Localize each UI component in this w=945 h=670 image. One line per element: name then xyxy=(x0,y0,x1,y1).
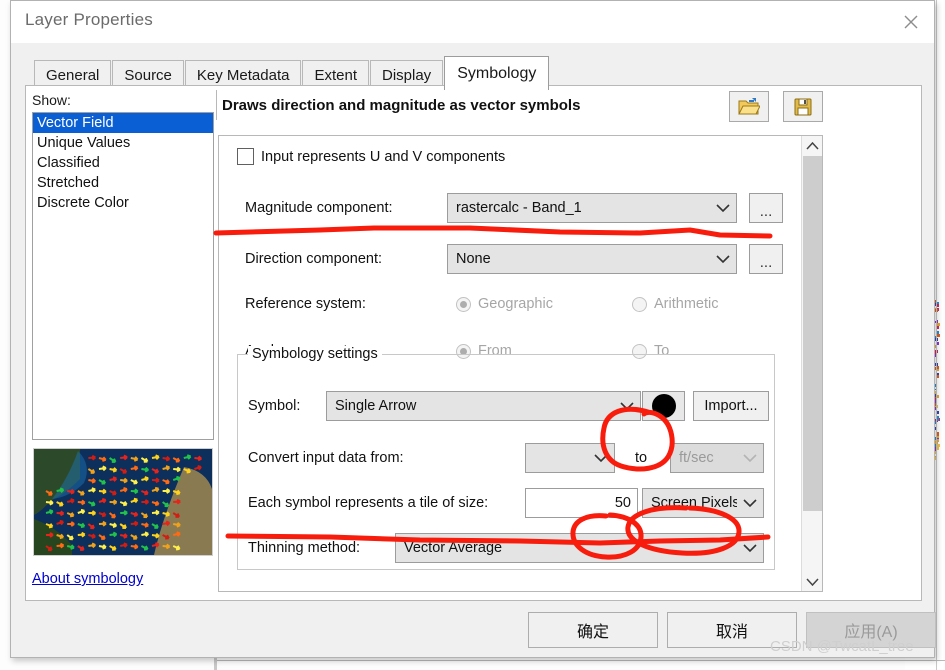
symbol-color-swatch-button[interactable] xyxy=(642,391,685,421)
convert-input-label: Convert input data from: xyxy=(248,443,404,473)
thinning-method-select[interactable]: Vector Average xyxy=(395,533,764,563)
chevron-down-icon[interactable] xyxy=(802,572,823,591)
reference-system-row: Reference system: Geographic Arithmetic xyxy=(219,289,799,319)
uv-components-checkbox-row[interactable]: Input represents U and V components xyxy=(237,148,505,165)
symbol-select[interactable]: Single Arrow xyxy=(326,391,641,421)
dialog-titlebar: Layer Properties xyxy=(11,1,934,43)
background-bottom-edge xyxy=(214,660,945,661)
symbology-scroll-pane: Input represents U and V components Magn… xyxy=(218,135,823,592)
radio-icon xyxy=(632,297,647,312)
tile-size-label: Each symbol represents a tile of size: xyxy=(248,488,488,518)
chevron-down-icon xyxy=(588,454,614,463)
direction-component-select[interactable]: None xyxy=(447,244,737,274)
tab-symbology[interactable]: Symbology xyxy=(444,56,549,90)
symbol-label: Symbol: xyxy=(248,391,300,421)
uv-components-checkbox[interactable] xyxy=(237,148,254,165)
symbology-settings-group: Symbology settings Symbol: Single Arrow xyxy=(237,354,775,570)
ok-button[interactable]: 确定 xyxy=(528,612,658,648)
reference-system-geographic-label: Geographic xyxy=(478,296,553,312)
magnitude-component-row: Magnitude component: rastercalc - Band_1… xyxy=(219,193,799,223)
renderer-type-list[interactable]: Vector Field Unique Values Classified Stret… xyxy=(32,112,214,440)
magnitude-component-select[interactable]: rastercalc - Band_1 xyxy=(447,193,737,223)
direction-component-label: Direction component: xyxy=(245,244,382,274)
screen: Layer Properties General Source Key Metada… xyxy=(0,0,945,670)
symbology-settings-title: Symbology settings xyxy=(248,346,382,362)
symbology-scrollbar[interactable] xyxy=(801,136,822,591)
thinning-method-value: Vector Average xyxy=(396,540,737,556)
chevron-down-icon xyxy=(710,204,736,213)
preview-image xyxy=(34,449,212,555)
chevron-down-icon xyxy=(614,402,640,411)
symbology-tab-page: Show: Vector Field Unique Values Classifie… xyxy=(25,85,922,601)
chevron-down-icon xyxy=(710,255,736,264)
tile-size-input[interactable]: 50 xyxy=(525,488,638,518)
layer-properties-dialog: Layer Properties General Source Key Metada… xyxy=(10,0,935,658)
direction-component-row: Direction component: None ... xyxy=(219,244,799,274)
radio-icon xyxy=(456,297,471,312)
magnitude-component-value: rastercalc - Band_1 xyxy=(448,200,710,216)
reference-system-option-geographic[interactable]: Geographic xyxy=(456,296,553,312)
renderer-item-stretched[interactable]: Stretched xyxy=(33,173,213,193)
dialog-title: Layer Properties xyxy=(25,10,153,30)
convert-to-label: to xyxy=(635,443,647,473)
save-disk-icon[interactable] xyxy=(783,91,823,122)
convert-to-select: ft/sec xyxy=(670,443,764,473)
convert-to-value: ft/sec xyxy=(671,450,737,466)
tab-strip: General Source Key Metadata Extent Display Sy… xyxy=(11,43,934,86)
watermark: CSDN @TwcatL_tree xyxy=(770,638,914,655)
reference-system-arithmetic-label: Arithmetic xyxy=(654,296,718,312)
scrollbar-thumb[interactable] xyxy=(803,156,822,511)
show-label: Show: xyxy=(32,92,71,108)
direction-browse-button[interactable]: ... xyxy=(749,244,783,274)
tile-size-unit-select[interactable]: Screen Pixels xyxy=(642,488,764,518)
vector-field-preview xyxy=(33,448,213,556)
chevron-down-icon xyxy=(737,454,763,463)
reference-system-label: Reference system: xyxy=(245,289,366,319)
uv-components-label: Input represents U and V components xyxy=(261,149,505,165)
symbol-value: Single Arrow xyxy=(327,398,614,414)
about-symbology-link[interactable]: About symbology xyxy=(32,571,143,587)
magnitude-browse-button[interactable]: ... xyxy=(749,193,783,223)
chevron-down-icon xyxy=(737,499,763,508)
tile-size-unit-value: Screen Pixels xyxy=(643,495,737,511)
background-divider xyxy=(936,0,937,670)
renderer-item-classified[interactable]: Classified xyxy=(33,153,213,173)
renderer-item-vector-field[interactable]: Vector Field xyxy=(33,113,213,133)
magnitude-component-label: Magnitude component: xyxy=(245,193,393,223)
open-folder-icon[interactable] xyxy=(729,91,769,122)
thinning-method-label: Thinning method: xyxy=(248,533,360,563)
renderer-description-text: Draws direction and magnitude as vector … xyxy=(217,97,580,114)
chevron-down-icon xyxy=(737,544,763,553)
direction-component-value: None xyxy=(448,251,710,267)
reference-system-option-arithmetic[interactable]: Arithmetic xyxy=(632,296,718,312)
convert-from-select[interactable] xyxy=(525,443,615,473)
close-icon[interactable] xyxy=(888,1,934,43)
symbol-color-dot xyxy=(652,394,676,418)
import-symbol-button[interactable]: Import... xyxy=(693,391,769,421)
chevron-up-icon[interactable] xyxy=(802,136,823,155)
renderer-item-discrete-color[interactable]: Discrete Color xyxy=(33,193,213,213)
renderer-item-unique-values[interactable]: Unique Values xyxy=(33,133,213,153)
renderer-description: Draws direction and magnitude as vector … xyxy=(216,90,716,120)
symbology-form: Input represents U and V components Magn… xyxy=(219,136,799,591)
